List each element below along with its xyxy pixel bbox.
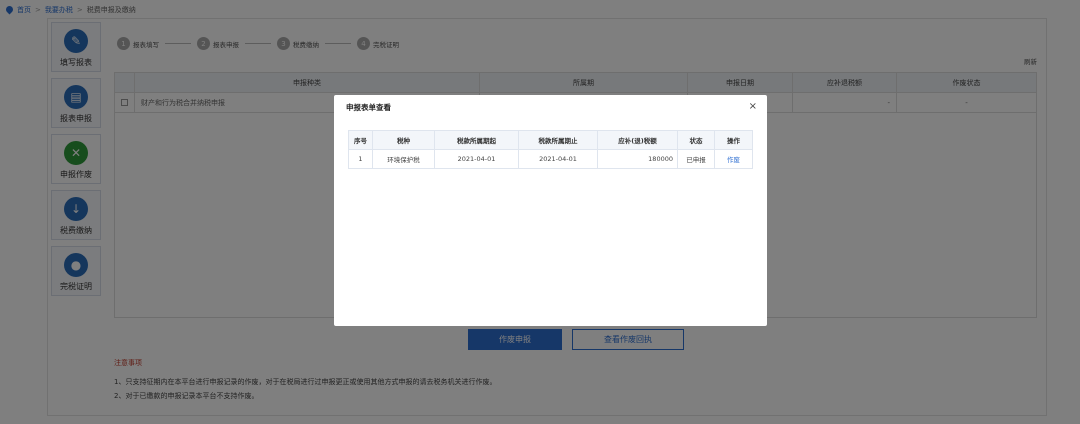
tax-amount: 180000 [597, 149, 678, 169]
period-end: 2021-04-01 [518, 149, 598, 169]
declaration-view-modal: 申报表单查看 × 序号 税种 税款所属期起 税款所属期止 应补(退)税额 状态 … [334, 95, 767, 326]
column-header: 税款所属期止 [518, 130, 598, 150]
modal-table: 序号 税种 税款所属期起 税款所属期止 应补(退)税额 状态 操作 1 环境保护… [348, 130, 753, 169]
column-header: 操作 [714, 130, 753, 150]
modal-title: 申报表单查看 [346, 103, 391, 112]
declaration-status: 已申报 [677, 149, 715, 169]
close-icon[interactable]: × [749, 101, 757, 112]
table-row: 1 环境保护税 2021-04-01 2021-04-01 180000 已申报… [348, 149, 753, 169]
column-header: 序号 [348, 130, 373, 150]
column-header: 税种 [372, 130, 435, 150]
column-header: 应补(退)税额 [597, 130, 678, 150]
tax-type: 环境保护税 [372, 149, 435, 169]
column-header: 状态 [677, 130, 715, 150]
action-cell: 作废 [714, 149, 753, 169]
column-header: 税款所属期起 [434, 130, 519, 150]
period-start: 2021-04-01 [434, 149, 519, 169]
void-action-link[interactable]: 作废 [727, 156, 740, 164]
row-index: 1 [348, 149, 373, 169]
